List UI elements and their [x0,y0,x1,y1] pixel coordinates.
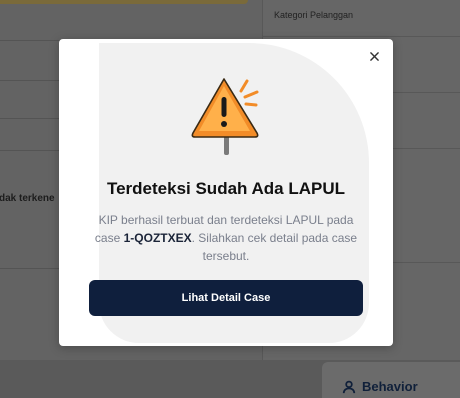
close-icon [369,51,379,61]
dialog-message: KIP berhasil terbuat dan terdeteksi LAPU… [89,211,363,265]
behavior-label: Behavior [362,379,418,394]
warning-sign-icon [191,78,259,155]
background-divider [262,36,460,37]
view-case-detail-button[interactable]: Lihat Detail Case [89,280,363,316]
case-id: 1-QOZTXEX [123,231,192,245]
behavior-heading[interactable]: Behavior [342,379,418,394]
background-top-bar [0,0,248,4]
lapul-detected-dialog: Terdeteksi Sudah Ada LAPUL KIP berhasil … [59,39,393,346]
kategori-pelanggan-label: Kategori Pelanggan [274,10,354,20]
dialog-message-suffix: . Silahkan cek detail pada case tersebut… [191,231,358,263]
dialog-title: Terdeteksi Sudah Ada LAPUL [106,179,346,198]
close-button[interactable] [367,49,381,63]
background-snippet-text: dak terkene [0,193,55,204]
person-icon [342,380,356,393]
